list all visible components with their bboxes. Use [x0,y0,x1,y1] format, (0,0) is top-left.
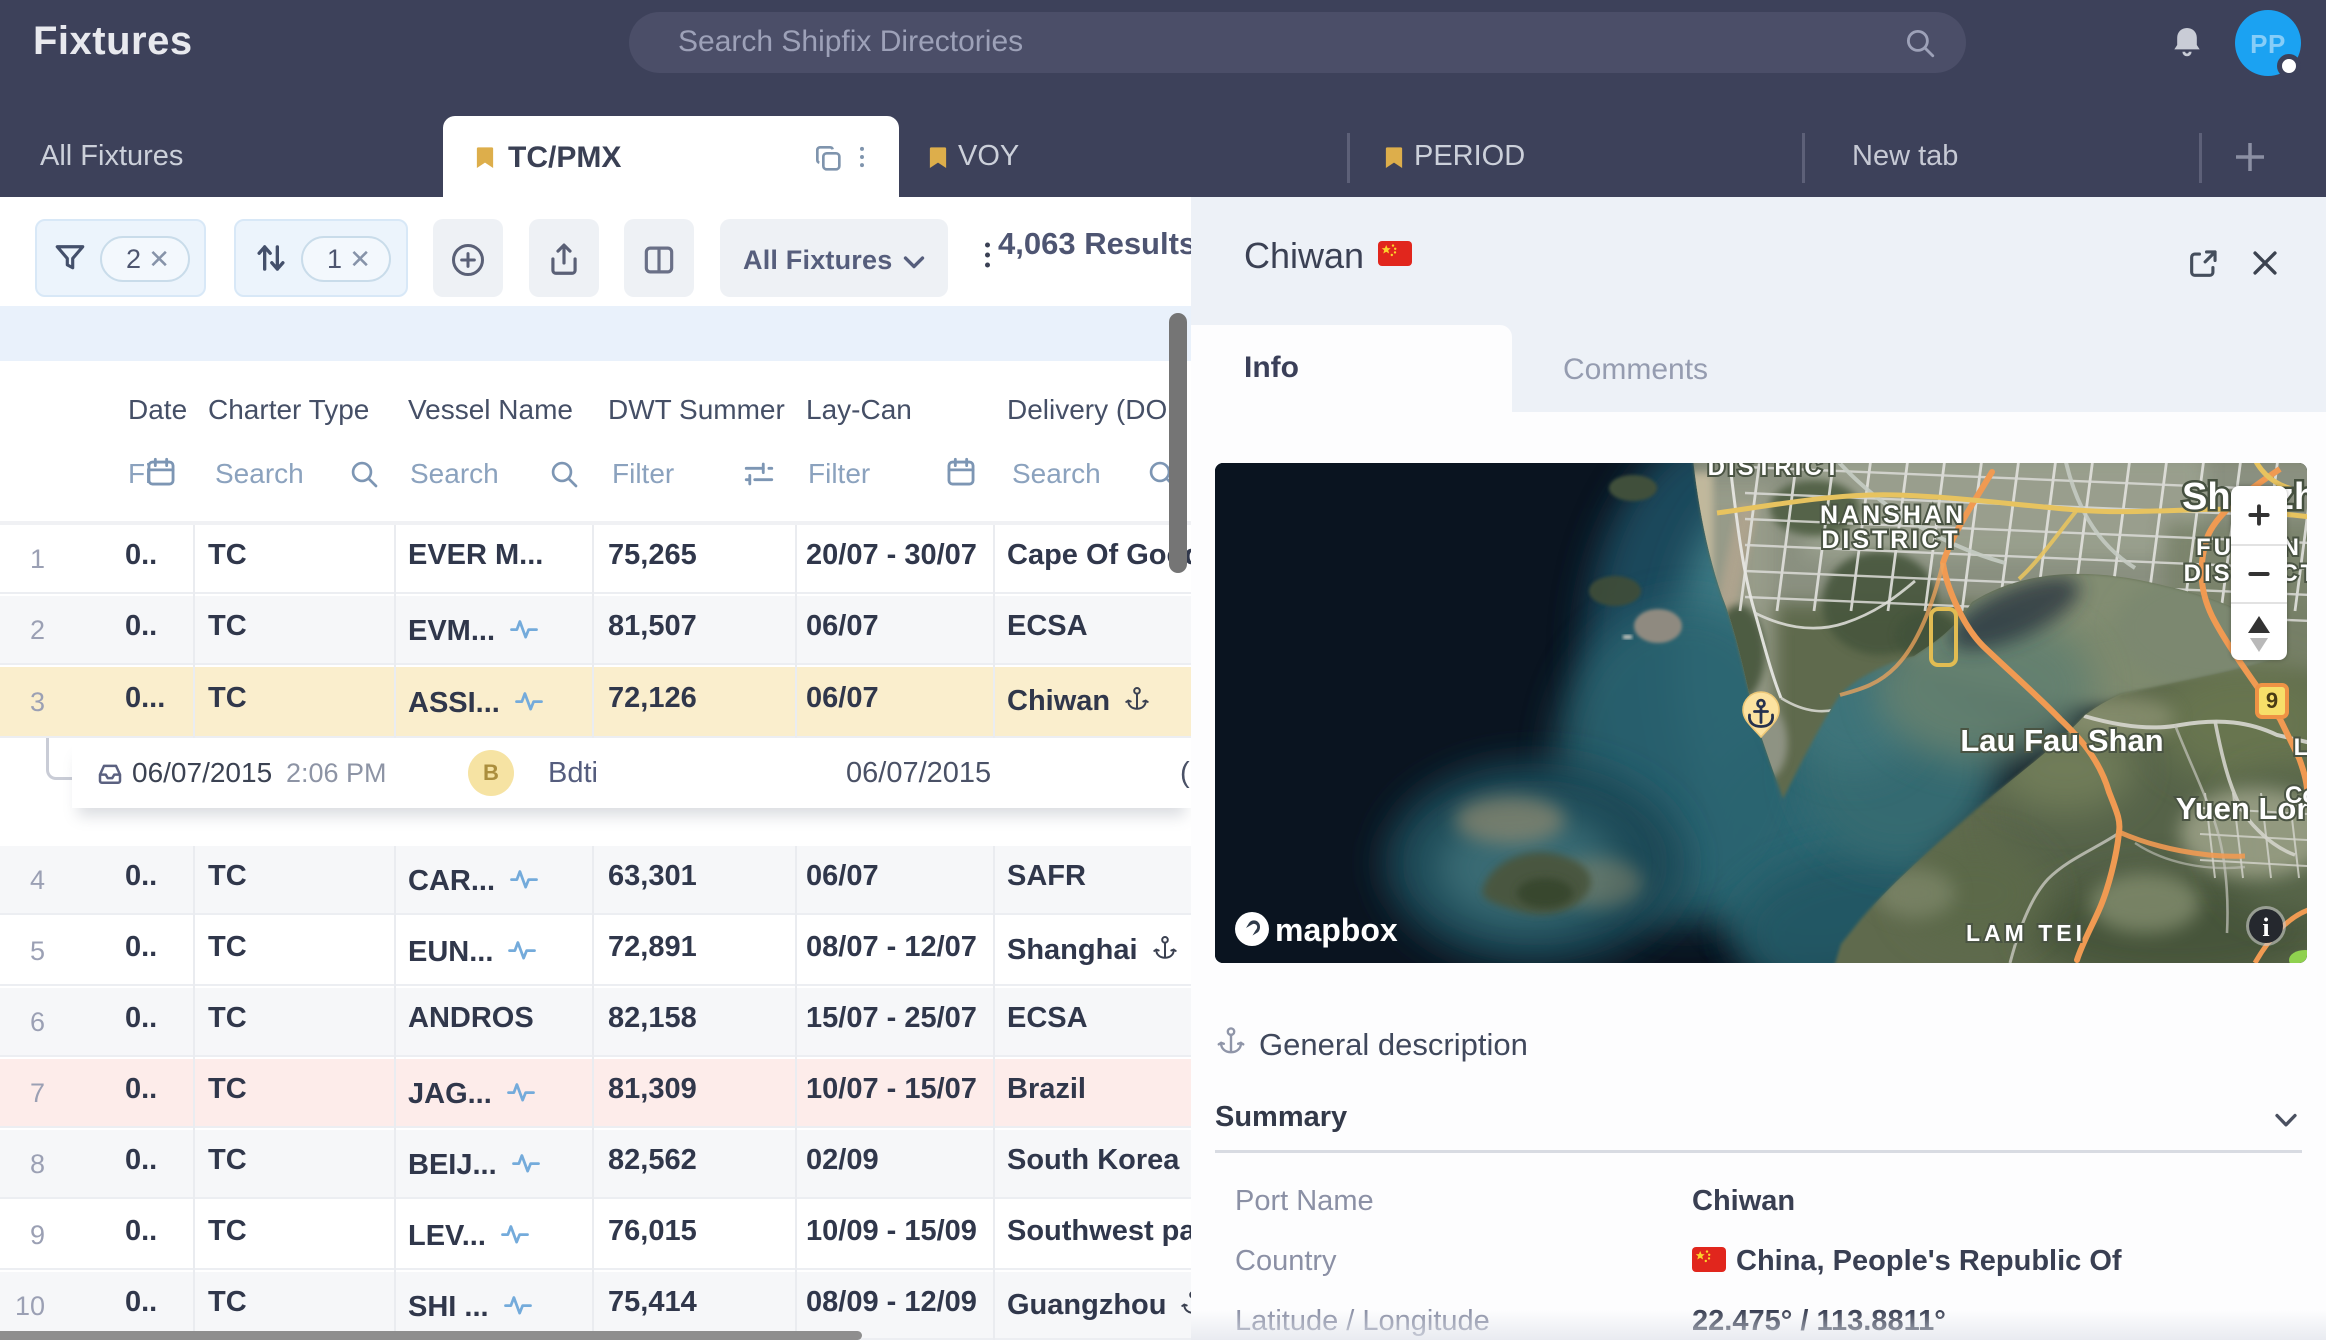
svg-text:i: i [2262,913,2269,942]
svg-text:NANSHAN: NANSHAN [1820,501,1966,529]
svg-text:mapbox: mapbox [1275,912,1398,948]
svg-text:L: L [2294,734,2307,761]
svg-text:Lau Fau Shan: Lau Fau Shan [1960,723,2163,758]
svg-text:LAM TEI: LAM TEI [1966,920,2086,946]
svg-text:DISTRICT: DISTRICT [1821,526,1960,554]
svg-text:DISTRICT: DISTRICT [1708,463,1843,481]
svg-text:Co: Co [2285,782,2307,809]
